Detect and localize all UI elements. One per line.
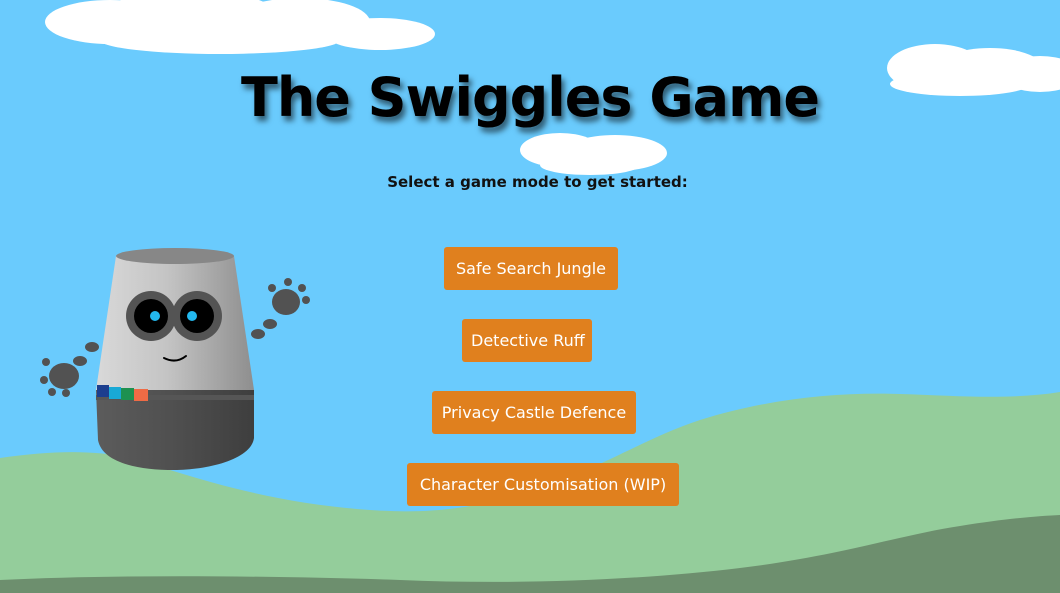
detective-ruff-button[interactable]: Detective Ruff [462,319,592,362]
right-paw-icon [251,278,310,339]
left-eye-icon [126,291,176,341]
game-mode-prompt: Select a game mode to get started: [387,173,688,191]
right-eye-icon [172,291,222,341]
cloud-top-left [45,0,435,54]
game-title: The Swiggles Game [240,66,820,129]
cloud-middle [520,133,667,175]
privacy-castle-defence-button[interactable]: Privacy Castle Defence [432,391,636,434]
left-paw-icon [40,342,99,397]
game-scene: The Swiggles Game Select a game mode to … [0,0,1060,593]
smart-speaker-mascot [40,248,310,470]
character-customisation-button[interactable]: Character Customisation (WIP) [407,463,679,506]
safe-search-jungle-button[interactable]: Safe Search Jungle [444,247,618,290]
